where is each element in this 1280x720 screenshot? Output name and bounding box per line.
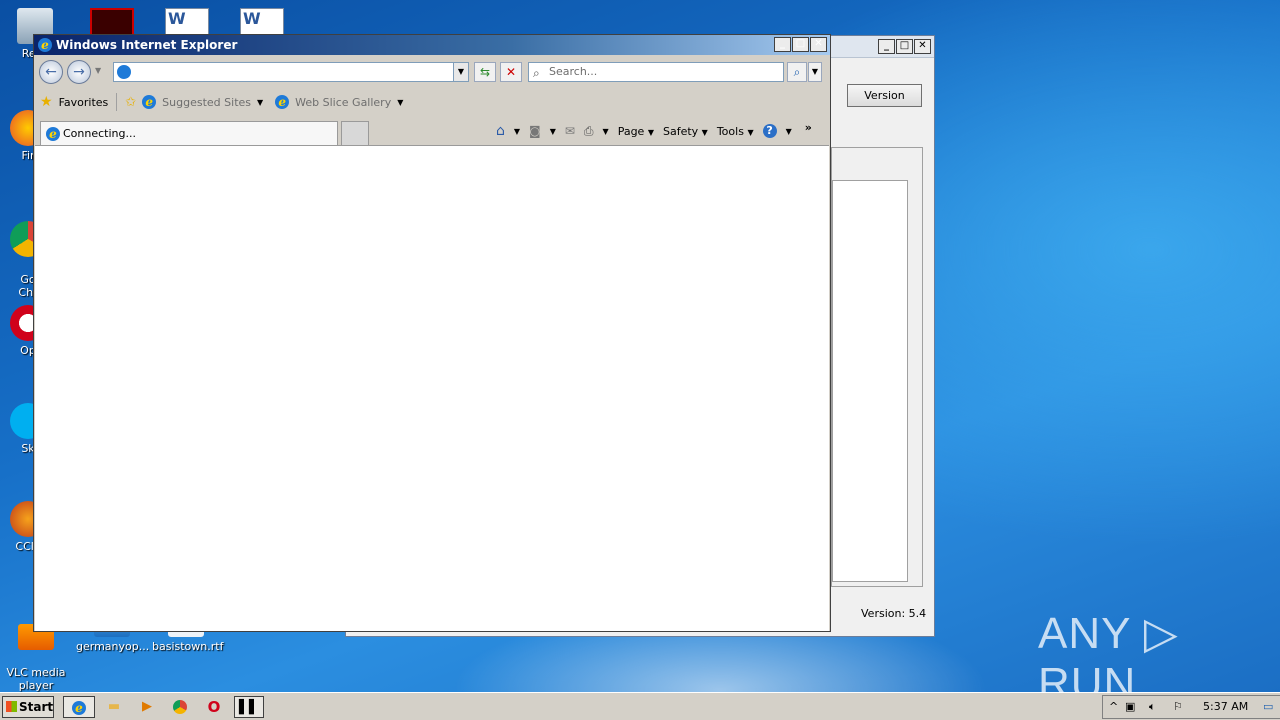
desktop-icon-label: basistown.rtf <box>152 640 224 653</box>
chevron-down-icon[interactable]: ▼ <box>603 127 609 136</box>
more-chevron-icon[interactable]: » <box>805 121 812 134</box>
address-dropdown-icon[interactable]: ▼ <box>453 63 468 81</box>
start-button[interactable]: Start <box>2 696 54 718</box>
favorites-button[interactable]: Favorites <box>59 96 109 109</box>
page-menu[interactable]: Page ▼ <box>618 125 654 138</box>
safety-menu[interactable]: Safety ▼ <box>663 125 708 138</box>
word-document-icon[interactable]: W <box>240 8 284 36</box>
tab-label: Connecting... <box>63 127 136 140</box>
forward-button[interactable]: → <box>67 60 91 84</box>
chevron-down-icon[interactable]: ▼ <box>550 127 556 136</box>
ie-logo-icon: e <box>38 38 52 52</box>
start-label: Start <box>19 700 54 714</box>
page-icon <box>117 65 131 79</box>
taskbar: Start e ▬ ▶ O ▌▌ ^ ▣ 🔈︎ ⚐ 5:37 AM ▭ <box>0 692 1280 720</box>
taskbar-app-window[interactable]: ▌▌ <box>234 696 264 718</box>
minimize-button[interactable]: _ <box>774 37 791 52</box>
folder-icon: ▬ <box>107 699 121 714</box>
address-bar[interactable]: ▼ <box>113 62 469 82</box>
dialog-panel <box>831 147 923 587</box>
word-document-icon[interactable]: W <box>165 8 209 36</box>
search-icon: ⌕ <box>533 66 540 80</box>
network-icon[interactable]: ▣ <box>1125 700 1135 713</box>
maximize-button[interactable]: □ <box>896 39 913 54</box>
taskbar-opera[interactable]: O <box>202 696 226 718</box>
search-box[interactable]: ⌕ Search... <box>528 62 784 82</box>
windows-logo-icon <box>6 701 17 712</box>
show-desktop-icon[interactable]: ▭ <box>1263 700 1273 713</box>
tools-menu[interactable]: Tools ▼ <box>717 125 754 138</box>
app-icon: ▌▌ <box>239 700 259 715</box>
back-arrow-icon: ← <box>45 64 57 80</box>
ie-window: e Windows Internet Explorer _ □ ✕ ← → ▼ … <box>33 34 831 632</box>
ie-logo-icon: e <box>72 701 86 715</box>
chevron-down-icon[interactable]: ▼ <box>257 98 263 107</box>
recent-pages-dropdown-icon[interactable]: ▼ <box>95 66 101 75</box>
page-content[interactable] <box>35 145 829 631</box>
web-slice-gallery-link[interactable]: Web Slice Gallery <box>295 96 391 109</box>
dialog-list-area[interactable] <box>832 180 908 582</box>
show-hidden-icons-icon[interactable]: ^ <box>1109 700 1118 713</box>
search-button[interactable]: ⌕ <box>787 62 807 82</box>
version-label: Version: 5.4 <box>861 607 927 620</box>
stop-button[interactable]: ✕ <box>500 62 522 82</box>
window-title: Windows Internet Explorer <box>56 38 238 52</box>
back-button[interactable]: ← <box>39 60 63 84</box>
minimize-button[interactable]: _ <box>878 39 895 54</box>
ie-page-icon: e <box>46 127 60 141</box>
maximize-button[interactable]: □ <box>792 37 809 52</box>
help-icon[interactable]: ? <box>762 124 777 138</box>
volume-icon[interactable]: 🔈︎ <box>1149 700 1156 714</box>
refresh-button[interactable]: ⇆ <box>474 62 496 82</box>
ie-titlebar[interactable]: e Windows Internet Explorer _ □ ✕ <box>34 35 830 55</box>
rss-feed-icon[interactable]: ◙ <box>529 124 541 138</box>
suggested-sites-link[interactable]: Suggested Sites <box>162 96 251 109</box>
version-button[interactable]: Version <box>847 84 922 107</box>
divider <box>116 93 118 111</box>
search-placeholder: Search... <box>549 65 598 78</box>
home-icon[interactable]: ⌂ <box>496 123 505 139</box>
favorites-star-icon: ★ <box>40 94 53 110</box>
chevron-down-icon[interactable]: ▼ <box>786 127 792 136</box>
command-bar: ⌂ ▼ ◙ ▼ ✉ ⎙ ▼ Page ▼ Safety ▼ Tools ▼ ? ▼ » <box>496 121 812 140</box>
tab-connecting[interactable]: e Connecting... <box>40 121 338 145</box>
chevron-down-icon[interactable]: ▼ <box>514 127 520 136</box>
taskbar-file-explorer[interactable]: ▬ <box>102 696 126 718</box>
clock[interactable]: 5:37 AM <box>1203 700 1248 713</box>
opera-icon: O <box>207 698 221 716</box>
print-icon[interactable]: ⎙ <box>584 124 594 139</box>
tab-bar: e Connecting... ⌂ ▼ ◙ ▼ ✉ ⎙ ▼ Page ▼ Safety… <box>34 119 830 145</box>
media-player-icon: ▶ <box>142 699 152 714</box>
search-options-button[interactable]: ▼ <box>808 62 822 82</box>
add-to-favorites-icon[interactable]: ✩ <box>125 95 136 110</box>
ie-page-icon: e <box>275 95 290 109</box>
taskbar-chrome[interactable] <box>168 696 192 718</box>
chevron-down-icon[interactable]: ▼ <box>397 98 403 107</box>
taskbar-internet-explorer[interactable]: e <box>63 696 95 718</box>
adobe-pdf-icon[interactable] <box>90 8 134 36</box>
chrome-icon <box>173 700 187 714</box>
new-tab-button[interactable] <box>341 121 369 145</box>
action-center-flag-icon[interactable]: ⚐ <box>1173 700 1183 713</box>
close-button[interactable]: ✕ <box>914 39 931 54</box>
desktop-icon-label: VLC media player <box>6 666 66 692</box>
system-tray: ^ ▣ 🔈︎ ⚐ 5:37 AM ▭ <box>1102 695 1280 719</box>
desktop-icon-label: germanyop... <box>76 640 150 653</box>
favorites-bar: ★ Favorites ✩ e Suggested Sites ▼ e Web … <box>40 93 403 111</box>
read-mail-icon[interactable]: ✉ <box>565 124 575 138</box>
close-button[interactable]: ✕ <box>810 37 827 52</box>
ie-page-icon: e <box>142 95 157 109</box>
taskbar-media-player[interactable]: ▶ <box>135 696 159 718</box>
forward-arrow-icon: → <box>73 64 85 80</box>
